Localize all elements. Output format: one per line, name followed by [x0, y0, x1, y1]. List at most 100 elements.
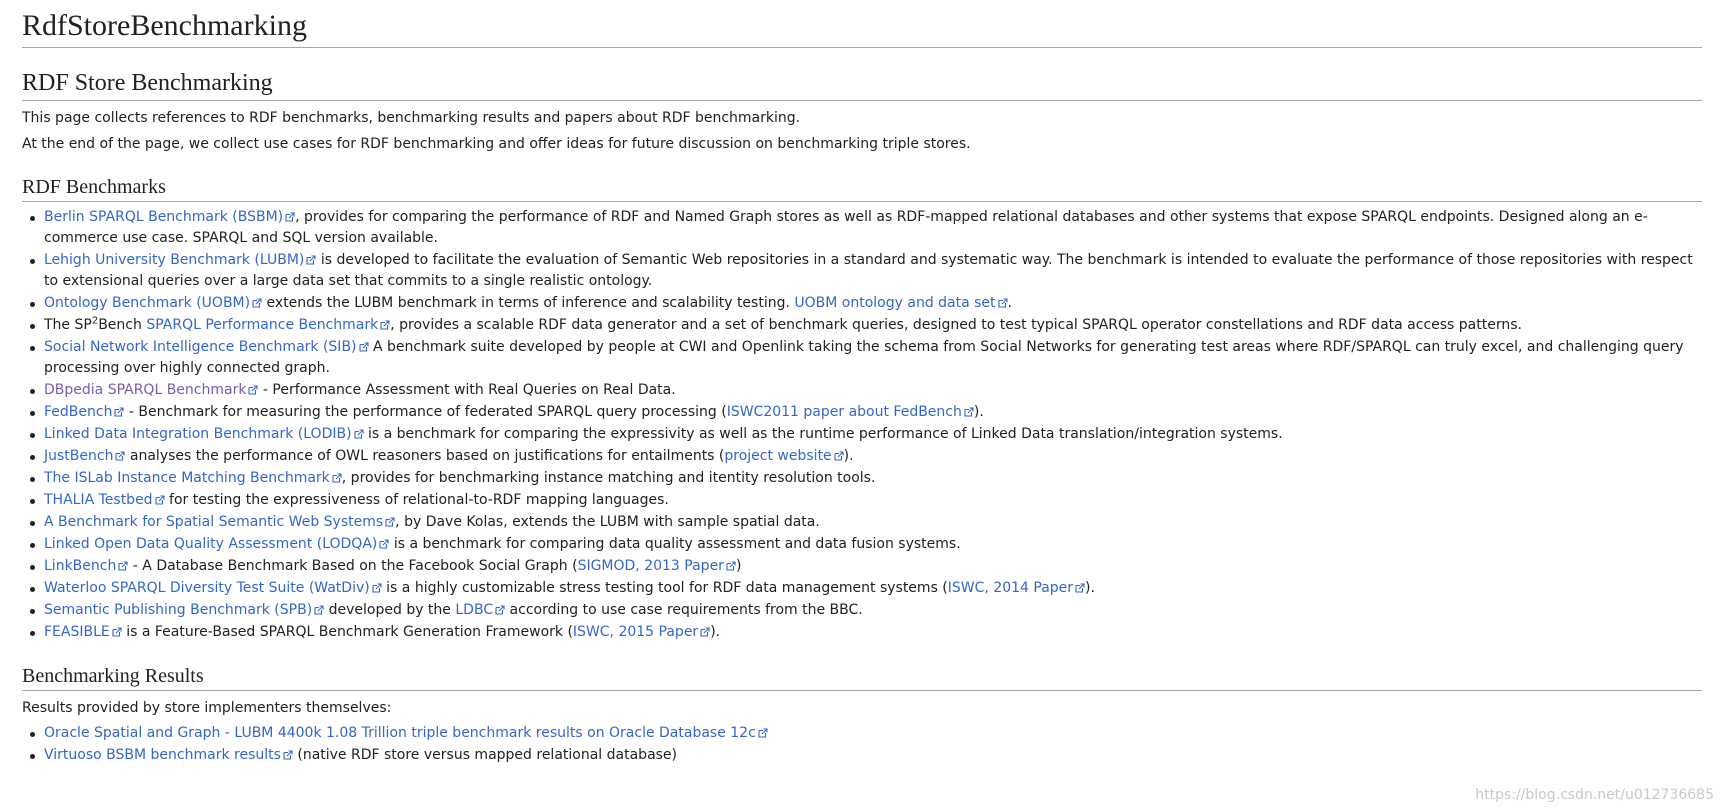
external-link-text: A Benchmark for Spatial Semantic Web Sys…: [44, 514, 384, 530]
list-item: THALIA Testbed for testing the expressiv…: [30, 490, 1702, 511]
watermark: https://blog.csdn.net/u012736685: [1475, 787, 1714, 803]
item-description: developed by the: [324, 602, 456, 618]
external-link[interactable]: Ontology Benchmark (UOBM): [44, 295, 262, 311]
list-item: Ontology Benchmark (UOBM) extends the LU…: [30, 293, 1702, 314]
external-link[interactable]: FedBench: [44, 404, 125, 420]
item-description: , by Dave Kolas, extends the LUBM with s…: [395, 514, 820, 530]
external-link-icon: [358, 342, 369, 352]
external-link[interactable]: A Benchmark for Spatial Semantic Web Sys…: [44, 514, 395, 530]
external-link-text: FedBench: [44, 404, 113, 420]
external-link[interactable]: LinkBench: [44, 558, 128, 574]
external-link-icon: [1075, 583, 1085, 593]
item-description: - Performance Assessment with Real Queri…: [258, 382, 676, 398]
external-link[interactable]: Linked Data Integration Benchmark (LODIB…: [44, 426, 364, 442]
external-link[interactable]: SPARQL Performance Benchmark: [146, 317, 390, 333]
external-link[interactable]: THALIA Testbed: [44, 492, 165, 508]
external-link-secondary[interactable]: ISWC, 2014 Paper: [948, 580, 1085, 596]
list-item: FedBench - Benchmark for measuring the p…: [30, 402, 1702, 423]
page-content: RdfStoreBenchmarking RDF Store Benchmark…: [22, 0, 1702, 767]
external-link[interactable]: Waterloo SPARQL Diversity Test Suite (Wa…: [44, 580, 382, 596]
item-description: is a benchmark for comparing the express…: [363, 426, 1283, 442]
external-link[interactable]: Virtuoso BSBM benchmark results: [44, 747, 293, 763]
external-link-secondary-text: LDBC: [455, 602, 494, 618]
external-link[interactable]: FEASIBLE: [44, 624, 122, 640]
external-link-secondary[interactable]: SIGMOD, 2013 Paper: [578, 558, 736, 574]
external-link[interactable]: Berlin SPARQL Benchmark (BSBM): [44, 209, 295, 225]
external-link-icon: [252, 298, 262, 308]
external-link-secondary[interactable]: LDBC: [455, 602, 505, 618]
item-description: extends the LUBM benchmark in terms of i…: [262, 295, 795, 311]
external-link-icon: [306, 255, 316, 265]
external-link-icon: [115, 451, 126, 461]
results-heading: Benchmarking Results: [22, 664, 1702, 691]
external-link-secondary[interactable]: project website: [724, 448, 844, 464]
external-link-text: DBpedia SPARQL Benchmark: [44, 382, 247, 398]
external-link-text: THALIA Testbed: [44, 492, 153, 508]
benchmarks-list: Berlin SPARQL Benchmark (BSBM) , provides…: [22, 207, 1702, 643]
results-intro: Results provided by store implementers t…: [22, 700, 392, 716]
external-link[interactable]: Linked Open Data Quality Assessment (LOD…: [44, 536, 389, 552]
list-item: Waterloo SPARQL Diversity Test Suite (Wa…: [30, 578, 1702, 599]
external-link-icon: [700, 627, 710, 637]
list-item: Berlin SPARQL Benchmark (BSBM), provides…: [30, 207, 1702, 249]
external-link-text: Lehigh University Benchmark (LUBM): [44, 252, 305, 268]
item-description: (native RDF store versus mapped relation…: [292, 747, 678, 763]
external-link-secondary-text: ISWC, 2014 Paper: [947, 580, 1074, 596]
external-link-icon: [118, 561, 128, 571]
external-link-icon: [314, 605, 324, 615]
benchmarks-heading: RDF Benchmarks: [22, 175, 1702, 202]
list-item: Lehigh University Benchmark (LUBM) is de…: [30, 250, 1702, 292]
results-list: Oracle Spatial and Graph - LUBM 4400k 1.…: [22, 723, 1702, 766]
external-link-secondary[interactable]: ISWC, 2015 Paper: [573, 624, 710, 640]
external-link[interactable]: JustBench: [44, 448, 126, 464]
external-link[interactable]: Lehigh University Benchmark (LUBM): [44, 252, 316, 268]
external-link-text: Semantic Publishing Benchmark (SPB): [44, 602, 313, 618]
main-heading: RDF Store Benchmarking: [22, 69, 1702, 101]
external-link-text: Waterloo SPARQL Diversity Test Suite (Wa…: [44, 580, 370, 596]
item-suffix: according to use case requirements from …: [505, 602, 863, 618]
list-item: Social Network Intelligence Benchmark (S…: [30, 337, 1702, 379]
list-item: FEASIBLE is a Feature-Based SPARQL Bench…: [30, 622, 1702, 643]
external-link-icon: [332, 473, 342, 483]
external-link[interactable]: DBpedia SPARQL Benchmark: [44, 382, 259, 398]
list-item: DBpedia SPARQL Benchmark - Performance A…: [30, 380, 1702, 401]
item-description: , provides a scalable RDF data generator…: [390, 317, 1522, 333]
list-item: A Benchmark for Spatial Semantic Web Sys…: [30, 512, 1702, 533]
external-link[interactable]: The ISLab Instance Matching Benchmark: [44, 470, 342, 486]
external-link-secondary-text: UOBM ontology and data set: [794, 295, 996, 311]
list-item: Semantic Publishing Benchmark (SPB) deve…: [30, 600, 1702, 621]
external-link-icon: [285, 212, 295, 222]
external-link[interactable]: Oracle Spatial and Graph - LUBM 4400k 1.…: [44, 725, 768, 741]
list-item: Linked Data Integration Benchmark (LODIB…: [30, 424, 1702, 445]
external-link-icon: [758, 728, 768, 738]
item-description: - Benchmark for measuring the performanc…: [124, 404, 727, 420]
list-item: Virtuoso BSBM benchmark results (native …: [30, 745, 1702, 766]
external-link-icon: [248, 385, 259, 395]
item-description: , provides for benchmarking instance mat…: [341, 470, 876, 486]
item-suffix: ).: [973, 404, 984, 420]
external-link-secondary[interactable]: UOBM ontology and data set: [794, 295, 1008, 311]
external-link-text: Virtuoso BSBM benchmark results: [44, 747, 281, 763]
list-item: The ISLab Instance Matching Benchmark , p…: [30, 468, 1702, 489]
external-link-icon: [997, 298, 1008, 308]
external-link-secondary-text: project website: [724, 448, 832, 464]
list-item: LinkBench - A Database Benchmark Based o…: [30, 556, 1702, 577]
external-link-text: Linked Open Data Quality Assessment (LOD…: [44, 536, 378, 552]
item-prefix-2: Bench: [98, 317, 147, 333]
intro-paragraph-2: At the end of the page, we collect use c…: [22, 136, 971, 152]
item-suffix: ): [735, 558, 742, 574]
item-description: is a Feature-Based SPARQL Benchmark Gene…: [121, 624, 573, 640]
item-suffix: ).: [1085, 580, 1095, 596]
external-link-icon: [114, 407, 125, 417]
external-link-secondary-text: SIGMOD, 2013 Paper: [577, 558, 724, 574]
external-link-text: Berlin SPARQL Benchmark (BSBM): [44, 209, 284, 225]
external-link-icon: [495, 605, 505, 615]
external-link[interactable]: Social Network Intelligence Benchmark (S…: [44, 339, 369, 355]
external-link-secondary[interactable]: ISWC2011 paper about FedBench: [727, 404, 974, 420]
external-link[interactable]: Semantic Publishing Benchmark (SPB): [44, 602, 324, 618]
external-link-icon: [726, 561, 736, 571]
item-prefix: The SP: [44, 317, 92, 333]
external-link-secondary-text: ISWC2011 paper about FedBench: [726, 404, 962, 420]
list-item: Linked Open Data Quality Assessment (LOD…: [30, 534, 1702, 555]
item-description: - A Database Benchmark Based on the Face…: [128, 558, 578, 574]
